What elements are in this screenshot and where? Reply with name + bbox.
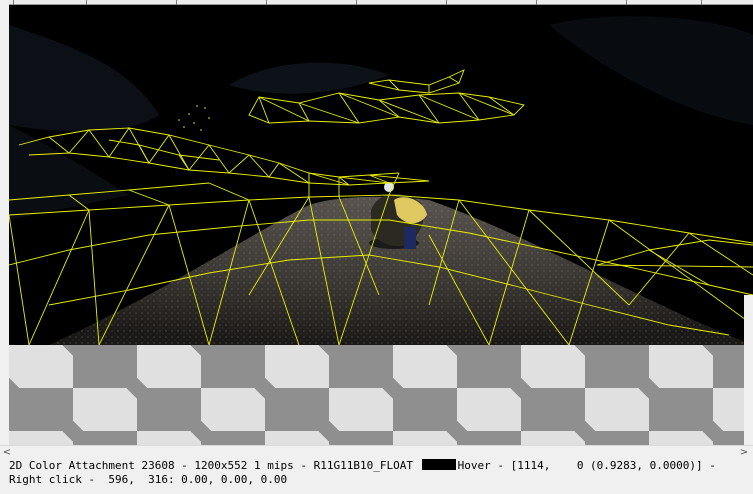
- vertical-scrollbar[interactable]: [744, 295, 753, 445]
- hover-color-swatch: [421, 459, 456, 470]
- texture-viewport[interactable]: [9, 5, 753, 345]
- left-panel-border: [0, 0, 9, 445]
- horizontal-scrollbar[interactable]: < >: [0, 445, 753, 459]
- scroll-right-arrow-icon[interactable]: >: [737, 446, 751, 459]
- texture-viewer: < > 2D Color Attachment 23608 - 1200x552…: [0, 0, 753, 494]
- scroll-left-arrow-icon[interactable]: <: [0, 446, 14, 459]
- attachment-info: 2D Color Attachment 23608 - 1200x552 1 m…: [9, 459, 413, 472]
- checkerboard-background: [9, 345, 753, 445]
- hover-info: Hover - [1114, 0 (0.9283, 0.0000)] -: [457, 459, 716, 472]
- horizontal-scrollbar-thumb[interactable]: [14, 448, 736, 457]
- status-bar: 2D Color Attachment 23608 - 1200x552 1 m…: [0, 459, 753, 494]
- rendered-scene: [9, 5, 753, 345]
- status-line-texture: 2D Color Attachment 23608 - 1200x552 1 m…: [9, 459, 716, 473]
- status-line-right-click: Right click - 596, 316: 0.00, 0.00, 0.00: [9, 473, 288, 486]
